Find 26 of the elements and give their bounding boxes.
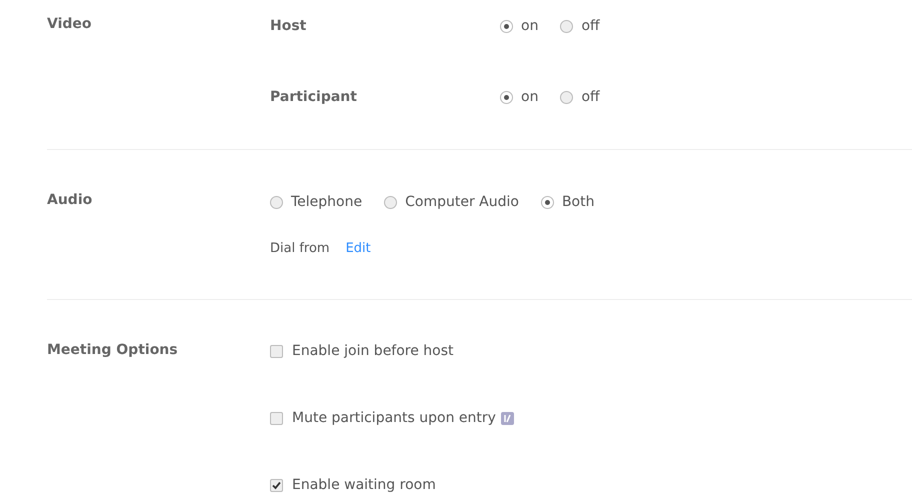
checkbox-label[interactable]: Mute participants upon entry <box>292 408 496 429</box>
section-title: Audio <box>47 191 94 210</box>
radio-button[interactable] <box>540 196 554 208</box>
radio-label[interactable]: on <box>521 86 538 108</box>
radio-label[interactable]: Both <box>562 192 594 212</box>
radio-button[interactable] <box>270 196 283 208</box>
radio-label[interactable]: off <box>581 86 600 108</box>
radio-button[interactable] <box>384 196 398 208</box>
checkbox-label[interactable]: Enable waiting room <box>292 475 436 496</box>
section-title: Meeting Options <box>47 340 179 360</box>
dial-from-label: Dial from <box>270 240 330 258</box>
radio-button[interactable] <box>560 90 574 104</box>
radio-label[interactable]: Computer Audio <box>405 192 519 212</box>
radio-button[interactable] <box>560 20 574 32</box>
radio-button[interactable] <box>500 90 513 104</box>
radio-label[interactable]: Telephone <box>291 192 362 212</box>
radio-label[interactable]: on <box>521 16 538 36</box>
checkbox[interactable] <box>270 479 283 492</box>
radio-button[interactable] <box>500 20 513 32</box>
setting-label: Participant <box>270 88 358 106</box>
checkbox[interactable] <box>270 345 283 358</box>
section-title: Video <box>47 15 93 34</box>
checkbox[interactable] <box>270 412 283 425</box>
radio-label[interactable]: off <box>581 16 600 36</box>
setting-label: Host <box>270 16 308 36</box>
checkbox-label[interactable]: Enable join before host <box>292 341 454 362</box>
